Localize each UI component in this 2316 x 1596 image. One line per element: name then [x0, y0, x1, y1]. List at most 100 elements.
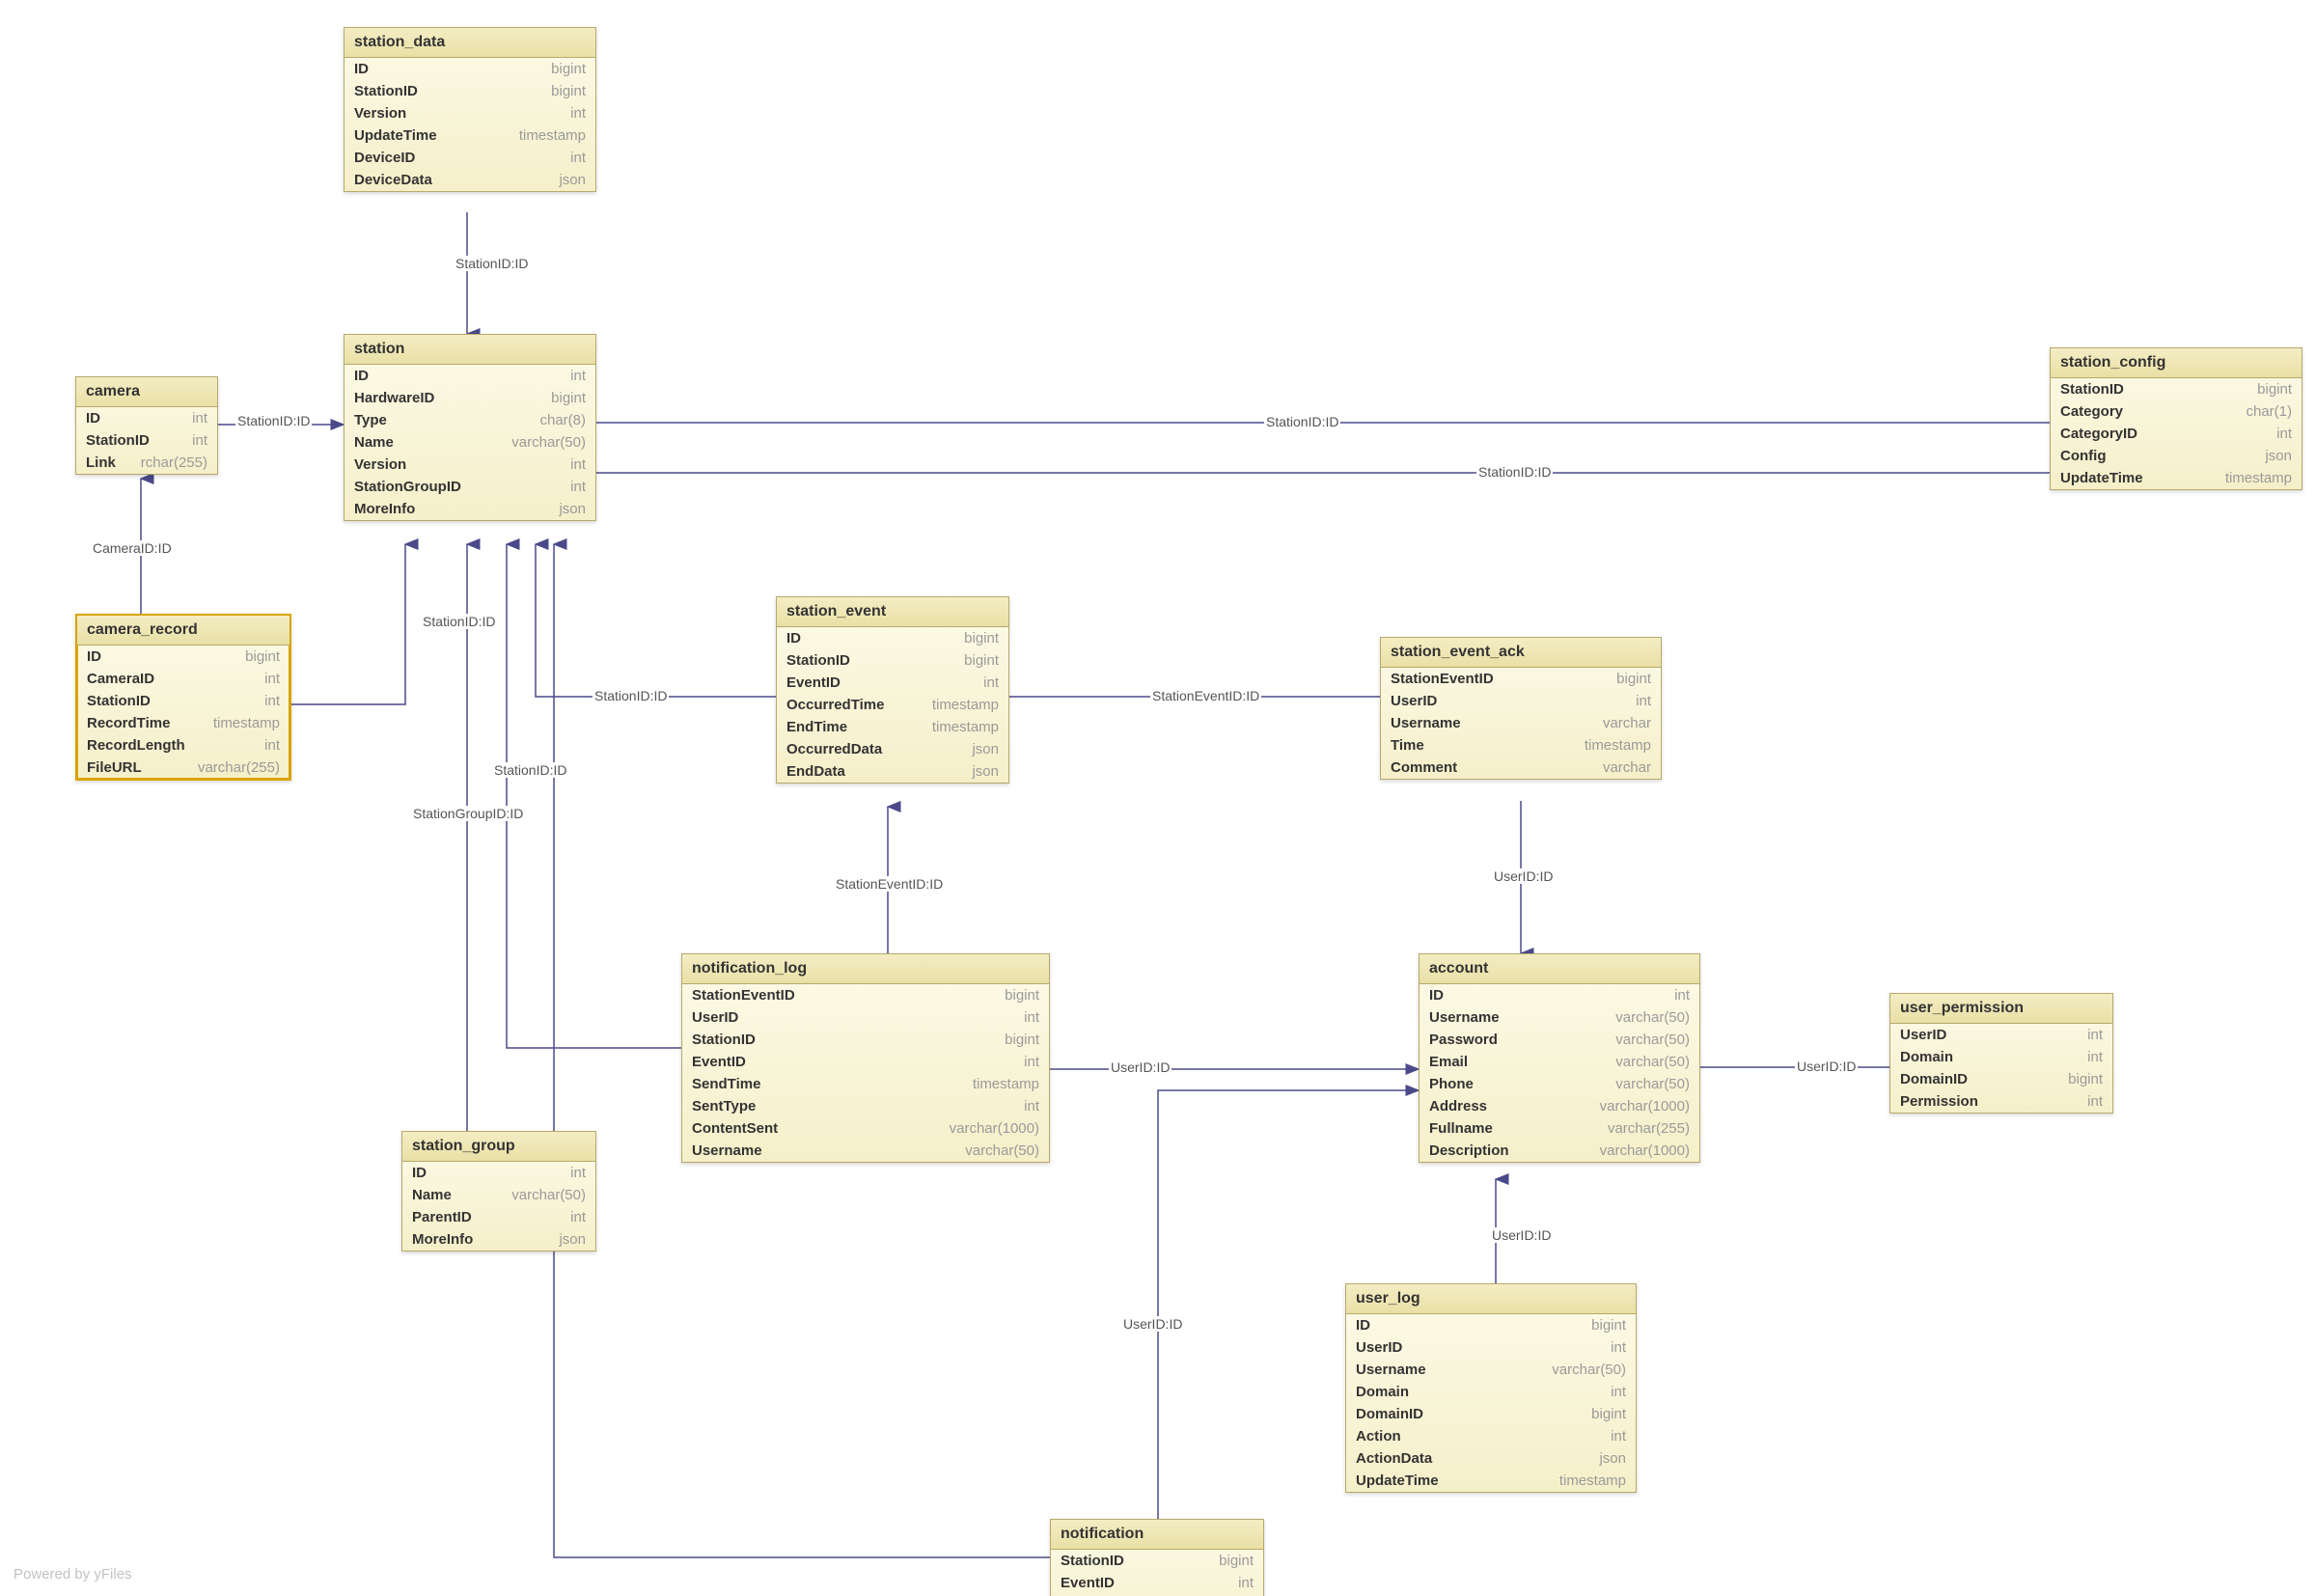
field-row: MoreInfo json: [345, 498, 595, 520]
field-row: StationIDbigint: [1051, 1550, 1263, 1572]
field-type: int: [2087, 1027, 2103, 1043]
entity-user_log[interactable]: user_logIDbigintUserIDintUsernamevarchar…: [1345, 1283, 1637, 1493]
field-type: timestamp: [1559, 1472, 1626, 1489]
field-name: OccurredTime: [786, 697, 884, 713]
field-row: UpdateTimetimestamp: [1346, 1470, 1636, 1492]
field-type: int: [192, 432, 207, 449]
field-type: int: [570, 150, 586, 166]
field-row: Timetimestamp: [1381, 734, 1661, 757]
field-type: int: [1611, 1339, 1626, 1356]
field-name: ID: [87, 648, 101, 665]
field-name: Address: [1429, 1098, 1487, 1114]
field-type: int: [264, 737, 280, 754]
field-row: ID bigint: [777, 627, 1008, 649]
entity-station_event[interactable]: station_eventIDbigintStationIDbigintEven…: [776, 596, 1009, 784]
field-name: CameraID: [87, 671, 154, 687]
edge-label: StationGroupID:ID: [411, 806, 525, 821]
field-type: timestamp: [1585, 737, 1651, 754]
field-name: ID: [786, 630, 801, 647]
field-type: int: [2087, 1093, 2103, 1110]
field-type: json: [972, 763, 999, 780]
field-name: EventID: [786, 674, 841, 691]
field-row: ID bigint: [77, 646, 290, 668]
field-row: Domainint: [1890, 1046, 2112, 1068]
entity-camera_record[interactable]: camera_recordIDbigintCameraIDintStationI…: [75, 614, 291, 781]
field-row: IDint: [402, 1162, 595, 1184]
field-row: StationIDbigint: [777, 649, 1008, 672]
field-name: Username: [1391, 715, 1461, 731]
field-type: timestamp: [213, 715, 280, 731]
edge-label: StationID:ID: [1264, 414, 1340, 429]
field-name: StationID: [86, 432, 150, 449]
field-row: Versionint: [345, 454, 595, 476]
entity-title: user_log: [1346, 1284, 1636, 1314]
field-row: Fullnamevarchar(255): [1420, 1117, 1699, 1140]
field-name: Link: [86, 454, 116, 471]
field-name: EndData: [786, 763, 845, 780]
edge-label: StationID:ID: [235, 413, 312, 428]
entity-title: station_data: [345, 28, 595, 58]
field-row: Name varchar(50): [345, 431, 595, 454]
entity-camera[interactable]: cameraIDintStationIDintLinkrchar(255): [75, 376, 218, 475]
entity-notification_log[interactable]: notification_logStationEventIDbigintUser…: [681, 953, 1050, 1163]
field-row: Typechar(8): [345, 409, 595, 431]
field-name: CategoryID: [2060, 426, 2137, 442]
field-name: UserID: [1391, 693, 1437, 709]
field-name: Password: [1429, 1032, 1498, 1048]
field-type: char(8): [539, 412, 586, 428]
field-name: MoreInfo: [354, 501, 415, 517]
field-row: StationIDbigint: [2051, 378, 2302, 400]
edge-label: CameraID:ID: [91, 540, 174, 556]
field-name: Category: [2060, 403, 2123, 420]
field-name: FileURL: [87, 759, 142, 776]
entity-station[interactable]: stationIDintHardwareIDbigintTypechar(8)N…: [344, 334, 596, 521]
entity-notification[interactable]: notificationStationIDbigintEventIDintUse…: [1050, 1519, 1264, 1596]
field-type: bigint: [551, 61, 586, 77]
entity-station_event_ack[interactable]: station_event_ackStationEventIDbigintUse…: [1380, 637, 1662, 780]
entity-title: user_permission: [1890, 994, 2112, 1024]
field-type: timestamp: [932, 697, 999, 713]
field-row: MoreInfojson: [402, 1228, 595, 1251]
field-name: ActionData: [1356, 1450, 1432, 1467]
entity-station_config[interactable]: station_configStationIDbigintCategorycha…: [2050, 347, 2302, 490]
field-type: int: [192, 410, 207, 427]
field-type: bigint: [245, 648, 280, 665]
relation-edge: [288, 544, 405, 704]
field-type: varchar(50): [511, 434, 586, 451]
entity-title: station_event_ack: [1381, 638, 1661, 668]
field-row: SendTimetimestamp: [682, 1073, 1049, 1095]
field-type: timestamp: [519, 127, 586, 144]
entity-account[interactable]: accountIDintUsernamevarchar(50)Passwordv…: [1419, 953, 1700, 1163]
entity-user_permission[interactable]: user_permissionUserIDintDomainintDomainI…: [1889, 993, 2113, 1114]
field-type: int: [1024, 1098, 1039, 1114]
field-type: varchar(50): [965, 1142, 1039, 1159]
field-type: int: [570, 368, 586, 384]
field-name: StationEventID: [692, 987, 795, 1004]
edge-label: UserID:ID: [1109, 1059, 1172, 1075]
field-type: bigint: [551, 83, 586, 99]
field-name: Name: [354, 434, 394, 451]
field-name: RecordTime: [87, 715, 170, 731]
field-name: EventID: [692, 1054, 746, 1070]
field-name: StationID: [87, 693, 151, 709]
field-type: int: [570, 1209, 586, 1225]
entity-station_group[interactable]: station_groupIDintNamevarchar(50)ParentI…: [401, 1131, 596, 1252]
field-row: ActionDatajson: [1346, 1447, 1636, 1470]
field-row: Namevarchar(50): [402, 1184, 595, 1206]
field-type: bigint: [964, 630, 999, 647]
field-type: json: [559, 501, 586, 517]
field-type: timestamp: [2225, 470, 2292, 486]
field-row: IDbigint: [1346, 1314, 1636, 1336]
field-type: bigint: [2257, 381, 2292, 398]
field-type: int: [570, 1165, 586, 1181]
field-type: varchar(50): [1615, 1054, 1690, 1070]
edge-label: UserID:ID: [1795, 1059, 1858, 1074]
field-name: DeviceID: [354, 150, 415, 166]
field-name: ContentSent: [692, 1120, 778, 1137]
field-row: UpdateTimetimestamp: [2051, 467, 2302, 489]
field-row: IDint: [76, 407, 217, 429]
field-type: varchar(50): [1615, 1009, 1690, 1026]
entity-station_data[interactable]: station_dataIDbigintStationIDbigintVersi…: [344, 27, 596, 192]
field-type: json: [972, 741, 999, 757]
field-name: StationID: [1061, 1553, 1124, 1569]
